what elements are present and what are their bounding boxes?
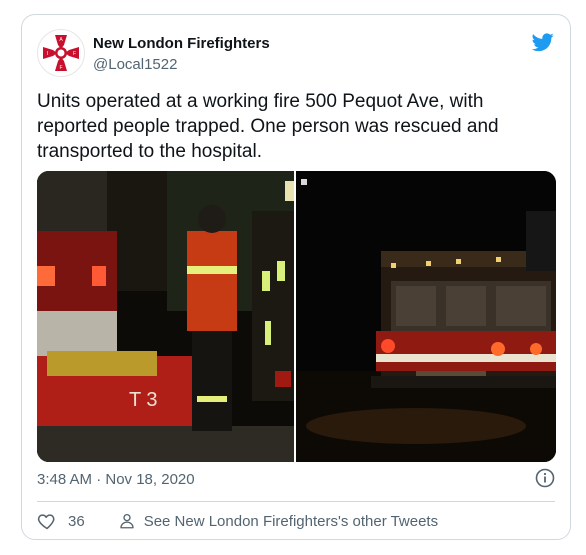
tweet-actions: 36 See New London Firefighters's other T… [37, 511, 438, 531]
iaff-logo-icon: A I F F [40, 32, 82, 74]
heart-icon [37, 514, 55, 530]
tweet-card: A I F F New London Firefighters @Local15… [21, 14, 571, 540]
tweet-text: Units operated at a working fire 500 Peq… [37, 91, 499, 162]
like-button[interactable]: 36 [37, 511, 85, 531]
photo-right-image [296, 171, 556, 462]
tweet-timestamp[interactable]: 3:48 AM · Nov 18, 2020 [37, 471, 195, 488]
divider [37, 501, 555, 502]
photo-left-image: T 3 [37, 171, 294, 462]
photo-fire-engine-night[interactable] [296, 171, 556, 462]
svg-text:F: F [73, 51, 76, 57]
svg-text:I: I [47, 51, 48, 57]
svg-text:F: F [59, 65, 62, 71]
truck-label: T 3 [129, 389, 158, 411]
twitter-bird-icon[interactable] [531, 31, 555, 53]
see-other-tweets-link[interactable]: See New London Firefighters's other Twee… [118, 512, 438, 530]
see-other-tweets-label: See New London Firefighters's other Twee… [143, 512, 439, 530]
tweet-media: T 3 [37, 171, 556, 462]
like-count: 36 [68, 512, 85, 530]
info-icon[interactable] [535, 468, 555, 488]
account-name[interactable]: New London Firefighters [93, 35, 270, 52]
person-icon [120, 513, 134, 529]
photo-firefighter-truck[interactable]: T 3 [37, 171, 294, 462]
account-handle[interactable]: @Local1522 [93, 56, 177, 73]
avatar[interactable]: A I F F [37, 29, 85, 77]
